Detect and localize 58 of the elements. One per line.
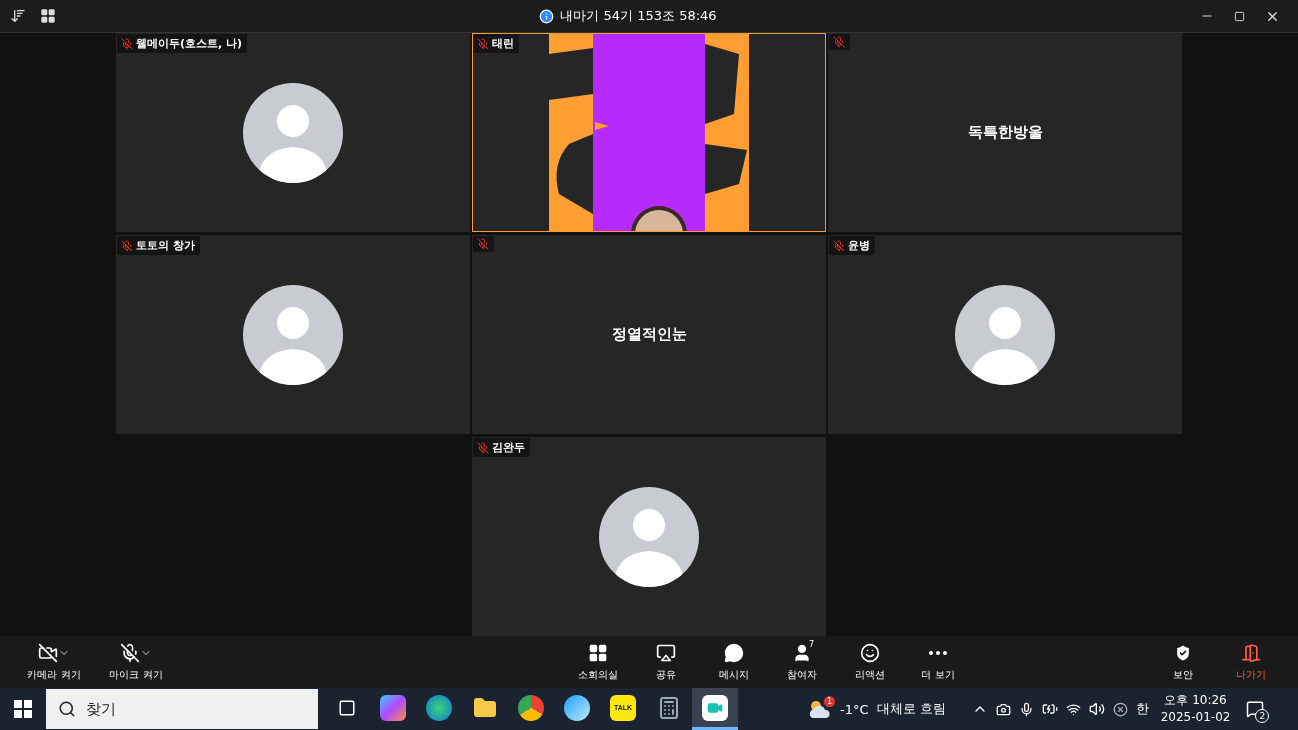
share-screen-icon [656, 642, 676, 663]
person-icon [792, 642, 812, 663]
participant-name: 토토의 창가 [136, 238, 195, 253]
toolbar-button[interactable]: 소회의실 [567, 638, 629, 686]
input-method[interactable]: 한 [1135, 700, 1149, 718]
toolbar-button[interactable]: 공유 [635, 638, 697, 686]
info-icon[interactable] [539, 8, 555, 24]
search-placeholder: 찾기 [86, 699, 116, 719]
mic-icon[interactable] [1018, 701, 1034, 717]
grid-view-icon[interactable] [40, 8, 56, 24]
app-icon [426, 694, 452, 721]
camera-app-icon [702, 694, 728, 721]
taskbar-app[interactable] [692, 688, 738, 730]
participant-name: 윤병 [848, 238, 870, 253]
clock[interactable]: 오후 10:26 2025-01-02 [1160, 692, 1231, 726]
battery-icon[interactable] [1041, 701, 1058, 717]
participant-name: 정열적인눈 [611, 325, 687, 344]
camera-icon[interactable] [995, 701, 1011, 717]
more-icon [929, 650, 947, 655]
app-icon [518, 694, 544, 721]
app-icon [564, 694, 590, 721]
participant-count: 7 [809, 639, 815, 649]
wifi-icon[interactable] [1065, 701, 1081, 717]
weather-badge: 1 [824, 696, 835, 707]
grid-icon [588, 642, 608, 663]
temperature: -1°C [840, 701, 869, 717]
toolbar-button[interactable]: 메시지 [703, 638, 765, 686]
leave-button[interactable]: 나가기 [1220, 638, 1282, 686]
participant-name: 김완두 [492, 440, 525, 455]
folder-icon [473, 695, 497, 720]
door-icon [1241, 642, 1261, 663]
error-icon[interactable] [1112, 701, 1128, 717]
toolbar-button[interactable]: 7 참여자 [771, 638, 833, 686]
task-view-icon [338, 698, 356, 717]
maximize-icon[interactable] [1234, 10, 1245, 22]
smile-icon [860, 642, 880, 663]
notification-icon[interactable] [1246, 700, 1265, 718]
participant-name: 웰메이두(호스트, 나) [136, 36, 243, 51]
toolbar-button[interactable]: 리액션 [839, 638, 901, 686]
toolbar-button[interactable]: 더 보기 [907, 638, 969, 686]
weather-condition: 대체로 흐림 [876, 700, 946, 718]
toolbar-button[interactable]: 보안 [1152, 638, 1214, 686]
app-icon [380, 694, 406, 721]
notification-count: 2 [1255, 709, 1270, 723]
window-title: 내마기 54기 153조 58:46 [560, 7, 717, 25]
chat-bubble-icon [724, 642, 744, 663]
sort-icon[interactable] [10, 8, 26, 24]
search-icon [58, 700, 76, 718]
calculator-icon [657, 695, 681, 720]
volume-icon[interactable] [1088, 701, 1105, 717]
toolbar-button[interactable]: 카메라 켜기 [16, 638, 92, 686]
participant-name: 태린 [492, 36, 514, 51]
search-field[interactable]: 찾기 [46, 689, 318, 729]
toolbar-button[interactable]: 마이크 켜기 [98, 638, 174, 686]
participant-name: 독특한방울 [967, 123, 1043, 142]
video-off-icon [38, 642, 58, 663]
mic-off-icon [120, 642, 140, 663]
windows-logo-icon [14, 700, 32, 718]
